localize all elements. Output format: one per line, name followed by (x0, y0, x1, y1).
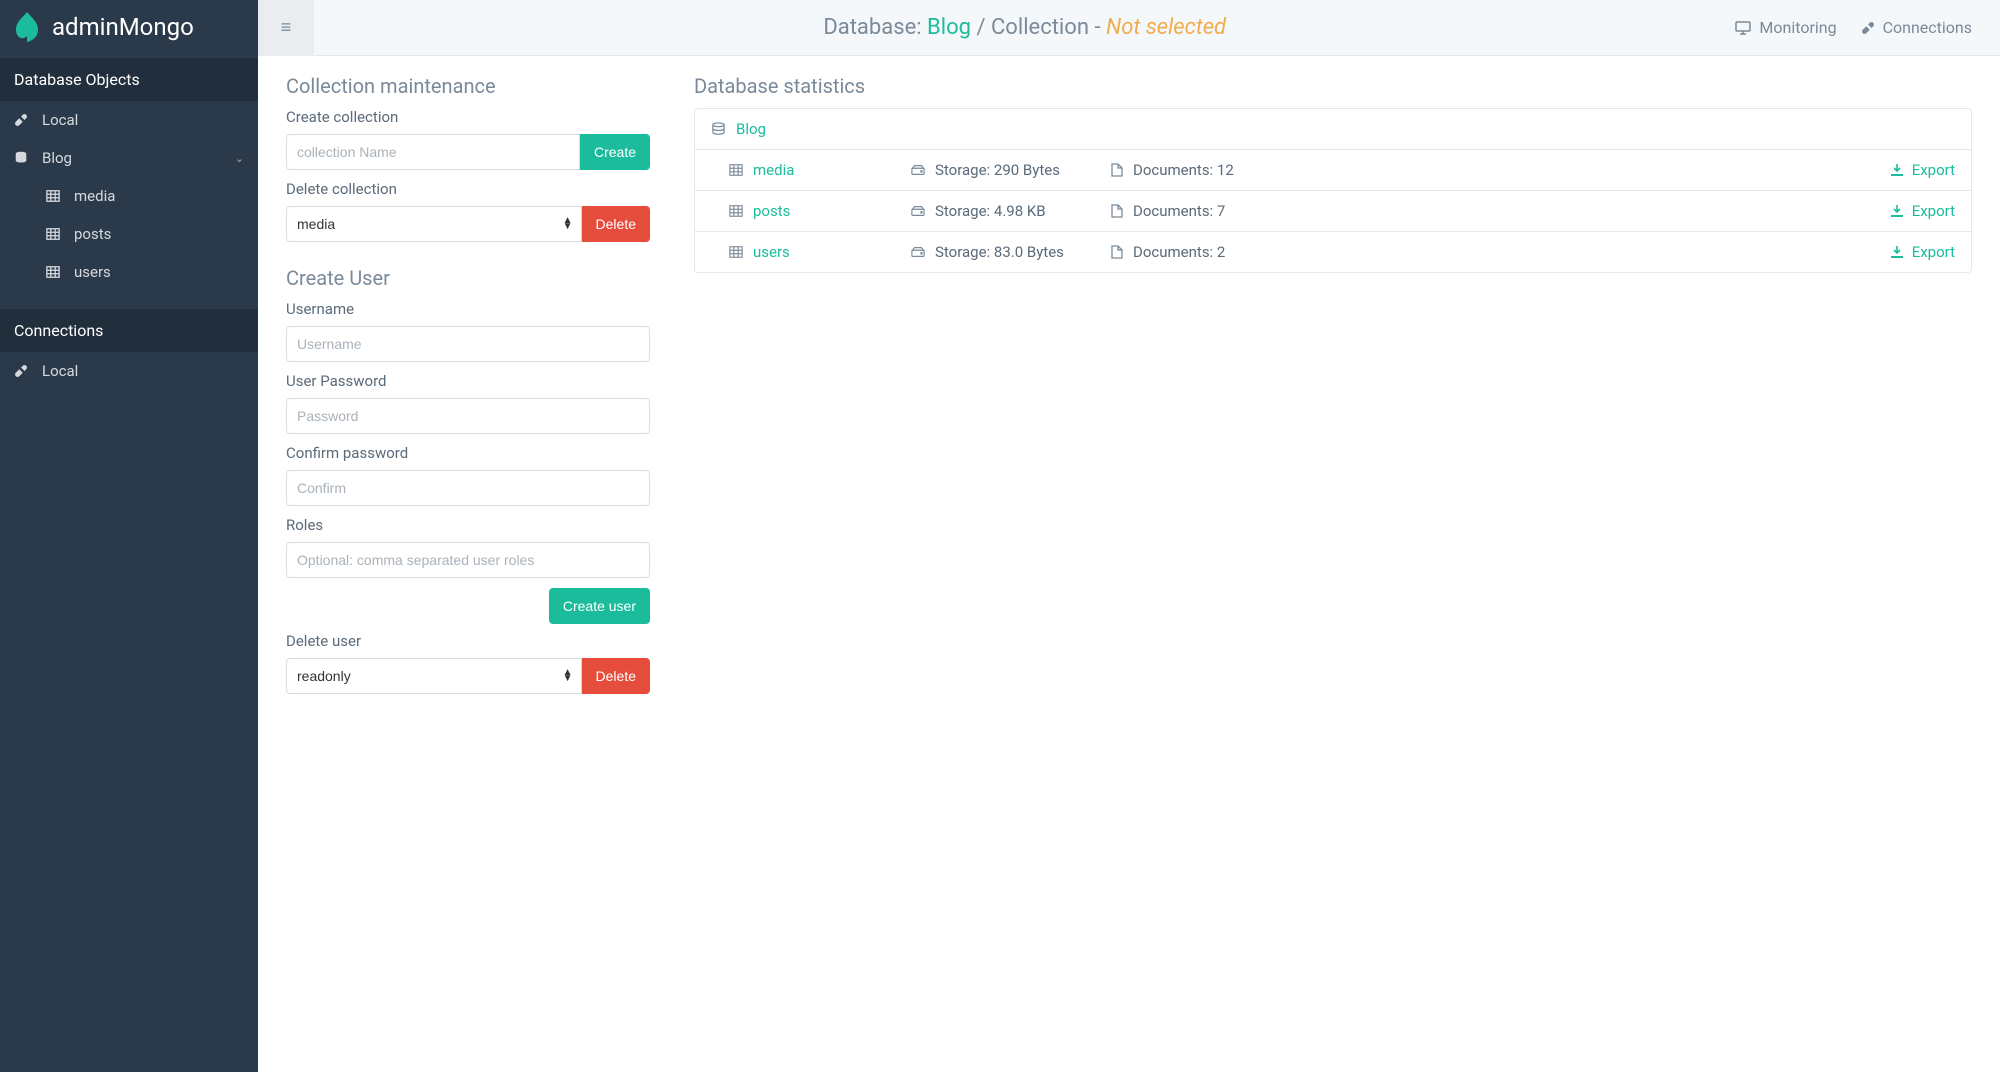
password-input[interactable] (286, 398, 650, 434)
collection-maintenance-title: Collection maintenance (286, 74, 650, 98)
sidebar-db-label: Blog (42, 149, 72, 167)
stats-row: users Storage: 83.0 Bytes Documents: 2 (695, 232, 1971, 272)
sidebar-collection-label: users (74, 263, 111, 281)
plug-icon (14, 364, 34, 378)
export-button[interactable]: Export (1890, 202, 1955, 220)
delete-user-select-wrap[interactable]: readonly ▲▼ (286, 658, 582, 694)
create-user-button[interactable]: Create user (549, 588, 650, 624)
mongo-leaf-icon (14, 12, 40, 42)
stats-row: posts Storage: 4.98 KB Documents: 7 (695, 191, 1971, 232)
create-collection-button[interactable]: Create (580, 134, 650, 170)
confirm-password-input[interactable] (286, 470, 650, 506)
hdd-icon (911, 246, 925, 258)
delete-collection-select[interactable]: media (287, 207, 581, 241)
file-icon (1111, 163, 1123, 177)
export-label: Export (1912, 202, 1955, 220)
stats-documents: Documents: 2 (1133, 243, 1225, 261)
export-label: Export (1912, 243, 1955, 261)
sidebar-header-connections: Connections (0, 309, 258, 352)
sidebar-collection-media[interactable]: media (0, 177, 258, 215)
delete-collection-button[interactable]: Delete (582, 206, 650, 242)
sidebar-db-blog[interactable]: Blog ⌄ (0, 139, 258, 177)
db-stats-title: Database statistics (694, 74, 1972, 98)
table-icon (729, 163, 743, 177)
delete-collection-select-wrap[interactable]: media ▲▼ (286, 206, 582, 242)
stats-collection-link[interactable]: media (753, 161, 794, 179)
table-icon (46, 227, 66, 241)
username-input[interactable] (286, 326, 650, 362)
breadcrumb-prefix: Database: (823, 15, 927, 40)
stats-documents: Documents: 7 (1133, 202, 1225, 220)
sidebar-connection-local[interactable]: Local (0, 101, 258, 139)
create-user-title: Create User (286, 266, 650, 290)
delete-user-button[interactable]: Delete (582, 658, 650, 694)
hamburger-icon: ≡ (281, 17, 292, 38)
create-collection-input[interactable] (286, 134, 580, 170)
table-icon (729, 204, 743, 218)
plug-icon (1861, 21, 1875, 35)
confirm-password-label: Confirm password (286, 444, 650, 462)
download-icon (1890, 163, 1904, 177)
connections-label: Connections (1883, 18, 1972, 37)
stats-storage: Storage: 83.0 Bytes (935, 243, 1064, 261)
stats-collection-link[interactable]: posts (753, 202, 790, 220)
sidebar-collection-users[interactable]: users (0, 253, 258, 291)
sidebar-connection-item[interactable]: Local (0, 352, 258, 390)
create-collection-label: Create collection (286, 108, 650, 126)
topbar: ≡ Database: Blog / Collection - Not sele… (258, 0, 2000, 56)
sidebar-collections: media posts users (0, 177, 258, 291)
download-icon (1890, 204, 1904, 218)
sidebar: adminMongo Database Objects Local Blog ⌄… (0, 0, 258, 1072)
table-icon (46, 265, 66, 279)
sidebar-connection-item-label: Local (42, 362, 78, 380)
breadcrumb-mid: / Collection - (971, 15, 1106, 40)
stats-list: Blog media Storage: 290 Bytes (694, 108, 1972, 273)
download-icon (1890, 245, 1904, 259)
breadcrumb: Database: Blog / Collection - Not select… (314, 15, 1735, 40)
sidebar-collection-posts[interactable]: posts (0, 215, 258, 253)
monitoring-link[interactable]: Monitoring (1735, 18, 1836, 37)
plug-icon (14, 113, 34, 127)
brand[interactable]: adminMongo (0, 0, 258, 58)
file-icon (1111, 245, 1123, 259)
delete-collection-label: Delete collection (286, 180, 650, 198)
breadcrumb-db[interactable]: Blog (927, 15, 971, 40)
sidebar-header-objects: Database Objects (0, 58, 258, 101)
stats-storage: Storage: 4.98 KB (935, 202, 1046, 220)
stats-collection-link[interactable]: users (753, 243, 790, 261)
username-label: Username (286, 300, 650, 318)
stats-row: media Storage: 290 Bytes Documents: 12 (695, 150, 1971, 191)
menu-toggle-button[interactable]: ≡ (258, 0, 314, 56)
stats-db-row: Blog (695, 109, 1971, 150)
delete-user-select[interactable]: readonly (287, 659, 581, 693)
sidebar-collection-label: media (74, 187, 115, 205)
database-icon (14, 151, 34, 165)
password-label: User Password (286, 372, 650, 390)
connections-link[interactable]: Connections (1861, 18, 1972, 37)
roles-label: Roles (286, 516, 650, 534)
monitoring-label: Monitoring (1759, 18, 1836, 37)
hdd-icon (911, 164, 925, 176)
table-icon (46, 189, 66, 203)
export-button[interactable]: Export (1890, 161, 1955, 179)
brand-text: adminMongo (52, 13, 194, 41)
file-icon (1111, 204, 1123, 218)
stats-storage: Storage: 290 Bytes (935, 161, 1060, 179)
hdd-icon (911, 205, 925, 217)
export-button[interactable]: Export (1890, 243, 1955, 261)
stats-documents: Documents: 12 (1133, 161, 1234, 179)
breadcrumb-not-selected: Not selected (1106, 15, 1226, 40)
stats-db-name[interactable]: Blog (736, 120, 766, 138)
export-label: Export (1912, 161, 1955, 179)
roles-input[interactable] (286, 542, 650, 578)
sidebar-collection-label: posts (74, 225, 111, 243)
table-icon (729, 245, 743, 259)
monitor-icon (1735, 21, 1751, 35)
chevron-down-icon: ⌄ (235, 152, 244, 165)
sidebar-connection-label: Local (42, 111, 78, 129)
database-icon (711, 122, 726, 137)
delete-user-label: Delete user (286, 632, 650, 650)
